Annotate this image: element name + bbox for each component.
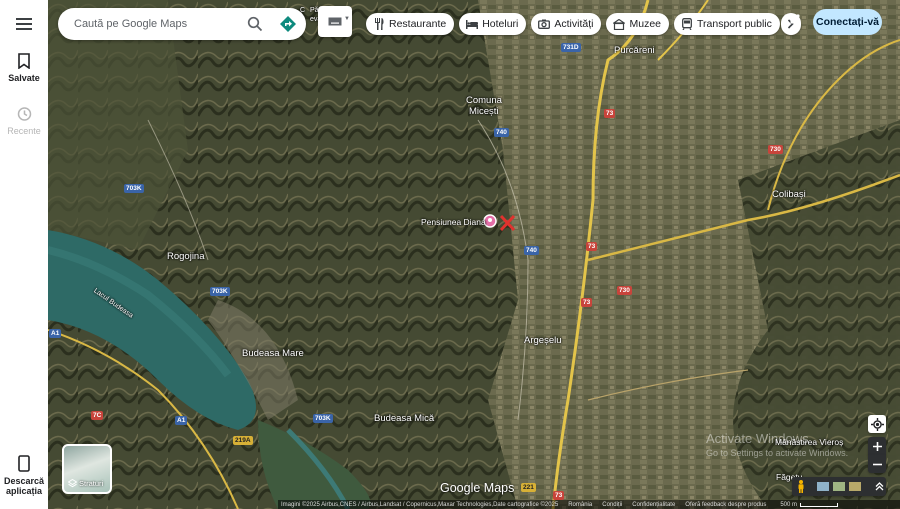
left-rail: Salvate Recente Descarcă aplicația: [0, 0, 48, 509]
privacy-link[interactable]: Confidențialitate: [632, 502, 675, 508]
download-app-label: Descarcă aplicația: [3, 476, 45, 496]
zoom-out-button[interactable]: [868, 455, 886, 473]
minus-icon: [872, 463, 882, 465]
search-box: [58, 8, 306, 40]
layers-label: Straturi: [79, 479, 104, 488]
chip-museums[interactable]: Muzee: [606, 13, 669, 35]
imagery-credit: Imagini ©2025 Airbus,CNES / Airbus,Lands…: [281, 501, 559, 508]
scale-label: 500 m: [780, 501, 798, 508]
plus-icon: [872, 441, 882, 451]
road-shield: 221: [521, 483, 536, 492]
chip-label: Transport public: [697, 18, 772, 30]
road-shield: 73: [553, 491, 565, 500]
museum-icon: [613, 18, 626, 30]
phone-icon: [18, 455, 30, 472]
place-label-budeasa-mare: Budeasa Mare: [242, 348, 304, 359]
chip-label: Hoteluri: [482, 18, 519, 30]
recent-label: Recente: [7, 126, 41, 136]
search-icon[interactable]: [247, 16, 263, 32]
bookmark-icon: [18, 53, 30, 69]
road-shield: 730: [768, 145, 783, 154]
layers-icon: [68, 479, 77, 488]
history-icon: [17, 107, 32, 121]
layers-label-wrap: Straturi: [68, 479, 103, 488]
pegman-icon[interactable]: [797, 480, 805, 493]
chip-restaurants[interactable]: Restaurante: [366, 13, 455, 35]
road-shield: 703K: [124, 184, 144, 193]
chip-activities[interactable]: Activități: [531, 13, 602, 35]
road-shield: A1: [175, 416, 188, 425]
camera-icon: [538, 18, 551, 30]
google-maps-logo: Google Maps: [440, 481, 515, 495]
road-shield: 73: [586, 242, 598, 251]
chip-label: Activități: [554, 18, 594, 30]
my-location-button[interactable]: [868, 415, 886, 433]
map-thumb-icon[interactable]: [817, 482, 829, 491]
road-shield: 219A: [233, 436, 253, 445]
saved-button[interactable]: Salvate: [0, 53, 48, 83]
chip-hotels[interactable]: Hoteluri: [459, 13, 527, 35]
terms-link[interactable]: Condiții: [602, 502, 622, 508]
saved-label: Salvate: [8, 73, 40, 83]
download-app-button[interactable]: Descarcă aplicația: [0, 455, 48, 496]
sign-in-button[interactable]: Conectați-vă: [813, 9, 882, 35]
road-shield: 740: [524, 246, 539, 255]
road-shield: A1: [49, 329, 62, 338]
road-shield: 740: [494, 128, 509, 137]
restaurant-icon: [373, 18, 385, 30]
watermark-line2: Go to Settings to activate Windows.: [706, 448, 849, 458]
recent-button[interactable]: Recente: [0, 106, 48, 136]
road-shield: 73: [604, 109, 616, 118]
scale-bar[interactable]: 500 m: [780, 501, 839, 508]
search-input[interactable]: [74, 18, 232, 30]
caret-down-icon: ▼: [344, 16, 350, 22]
my-location-icon: [870, 417, 884, 431]
road-shield: 703K: [313, 414, 333, 423]
road-shield: 703K: [210, 287, 230, 296]
keyboard-icon: [328, 17, 342, 26]
place-label-purcareni: Purcăreni: [614, 45, 655, 56]
expand-up-icon[interactable]: [875, 482, 884, 491]
chip-label: Muzee: [629, 18, 661, 30]
zoom-in-button[interactable]: [868, 437, 886, 455]
transit-icon: [681, 18, 693, 30]
category-chips: Restaurante Hoteluri Activități Muzee Tr…: [366, 13, 801, 35]
hotel-icon: [466, 18, 479, 30]
place-label-colibasi: Colibași: [772, 189, 806, 200]
place-label-comuna: Comuna: [466, 95, 502, 106]
satellite-thumb-icon[interactable]: [849, 482, 861, 491]
directions-icon[interactable]: [279, 15, 297, 33]
layers-button[interactable]: Straturi: [62, 444, 112, 494]
place-label-pensiunea-diana[interactable]: Pensiunea Diana: [421, 217, 486, 227]
road-shield: 730: [617, 286, 632, 295]
road-shield: 73: [581, 298, 593, 307]
place-label-budeasa-mica: Budeasa Mică: [374, 413, 435, 424]
road-shield: 7C: [91, 411, 104, 420]
bottom-map-controls: [792, 477, 886, 496]
scale-line: [800, 502, 839, 507]
map-type-thumbnail[interactable]: ▼: [318, 6, 352, 37]
hamburger-icon: [16, 18, 32, 30]
apps-grid-icon[interactable]: [783, 13, 801, 31]
place-label-argeselu: Argeșelu: [524, 335, 562, 346]
road-shield: 731D: [561, 43, 581, 52]
menu-button[interactable]: [12, 13, 36, 35]
chip-label: Restaurante: [389, 18, 447, 30]
place-label-micesti: Micești: [469, 106, 499, 117]
attribution-bar: Imagini ©2025 Airbus,CNES / Airbus,Lands…: [278, 500, 900, 509]
watermark-line1: Activate Windows: [706, 431, 809, 446]
chip-transit[interactable]: Transport public: [674, 13, 780, 35]
country-link[interactable]: România: [568, 502, 592, 508]
place-label-rogojina: Rogojina: [167, 251, 205, 262]
terrain-thumb-icon[interactable]: [833, 482, 845, 491]
feedback-link[interactable]: Oferă feedback despre produs: [685, 502, 766, 508]
windows-activation-watermark: Activate Windows Go to Settings to activ…: [706, 431, 848, 458]
